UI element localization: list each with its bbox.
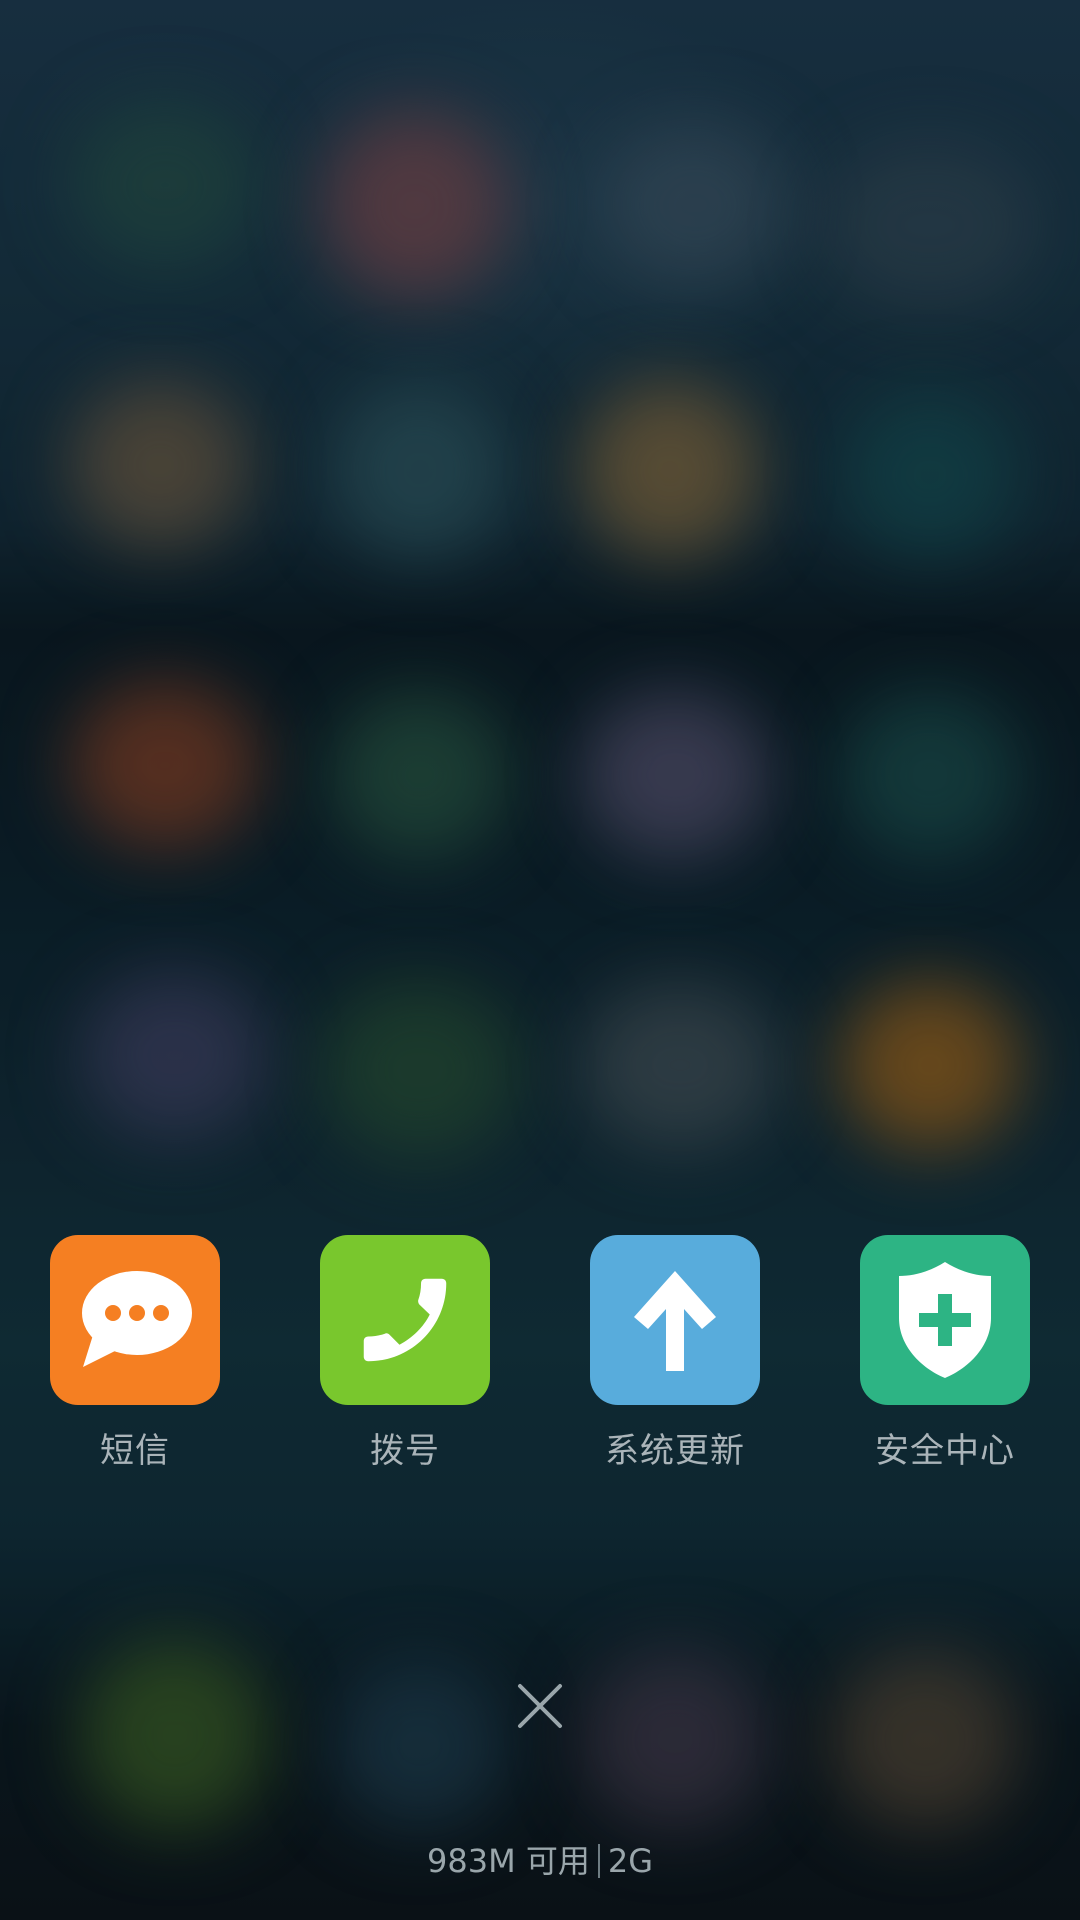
app-dialer[interactable]: 拨号 [305, 1235, 505, 1472]
app-label-security-center: 安全中心 [875, 1431, 1015, 1471]
arrow-up-icon[interactable] [590, 1235, 760, 1405]
message-bubble-icon[interactable] [50, 1235, 220, 1405]
recent-apps-row: 短信 拨号 系统更新 安全中心 [0, 1235, 1080, 1475]
memory-status: 983M 可用 2G [0, 1836, 1080, 1882]
close-icon [518, 1684, 562, 1728]
memory-total: 2G [607, 1842, 654, 1880]
app-label-system-update: 系统更新 [605, 1431, 745, 1471]
app-security-center[interactable]: 安全中心 [845, 1235, 1045, 1472]
app-sms[interactable]: 短信 [35, 1235, 235, 1472]
close-button[interactable] [500, 1666, 580, 1746]
memory-divider [597, 1844, 600, 1878]
app-label-sms: 短信 [100, 1431, 170, 1471]
shield-plus-icon[interactable] [860, 1235, 1030, 1405]
app-system-update[interactable]: 系统更新 [575, 1235, 775, 1472]
phone-icon[interactable] [320, 1235, 490, 1405]
memory-available: 983M 可用 [426, 1842, 590, 1880]
app-label-dialer: 拨号 [370, 1431, 440, 1471]
blurred-home-screen-background [0, 0, 1080, 1920]
